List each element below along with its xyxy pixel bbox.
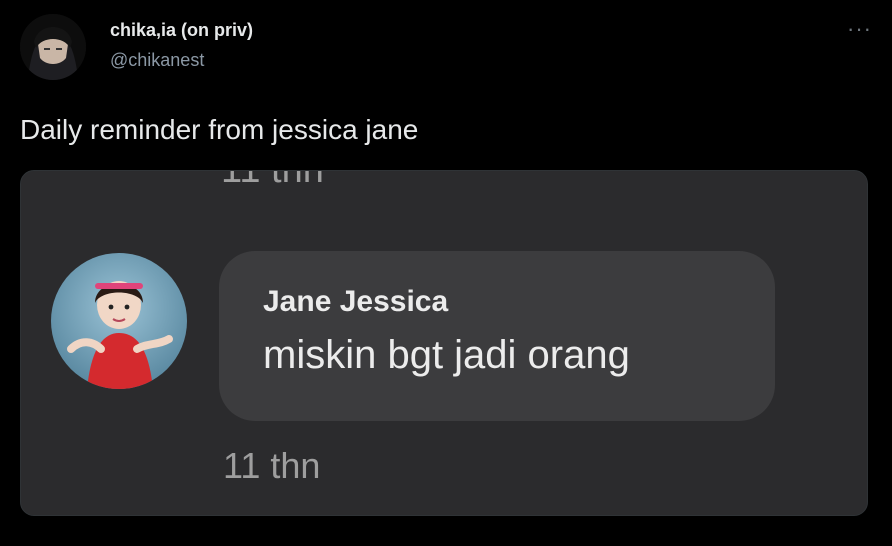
tweet-media-image[interactable]: 11 thn Jane Jessica miskin bgt jadi oran… bbox=[20, 170, 868, 516]
comment-timestamp: 11 thn bbox=[223, 445, 321, 486]
cut-off-timestamp: 11 thn bbox=[221, 170, 324, 191]
tweet-text: Daily reminder from jessica jane bbox=[20, 114, 419, 145]
commenter-avatar bbox=[51, 253, 187, 389]
author-handle[interactable]: @chikanest bbox=[110, 50, 204, 71]
author-name[interactable]: chika,ia (on priv) bbox=[110, 20, 253, 41]
more-options-icon[interactable]: ··· bbox=[847, 16, 872, 42]
commenter-name: Jane Jessica bbox=[263, 285, 449, 318]
author-avatar[interactable] bbox=[20, 14, 86, 80]
comment-text: miskin bgt jadi orang bbox=[263, 333, 630, 377]
comment-bubble: Jane Jessica miskin bgt jadi orang bbox=[219, 251, 775, 421]
